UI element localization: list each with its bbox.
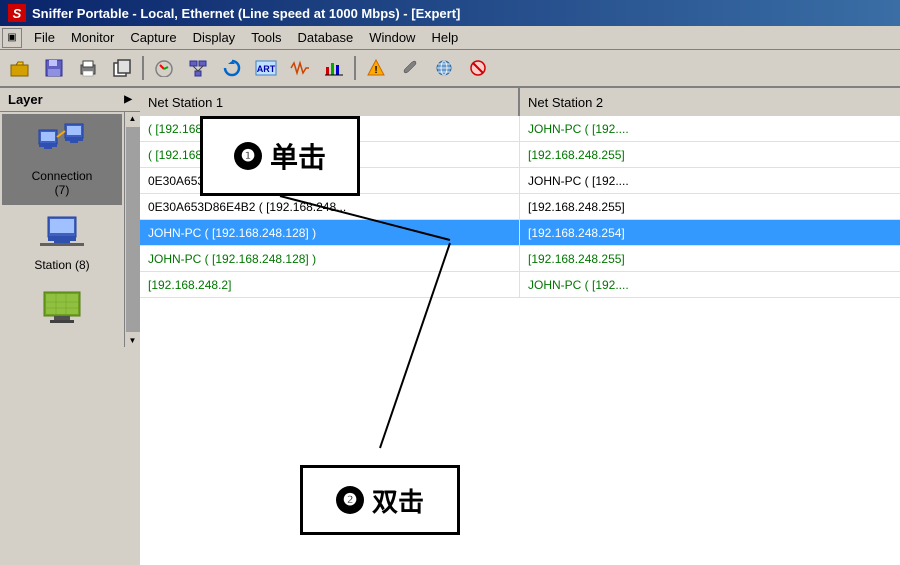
menu-help[interactable]: Help (423, 28, 466, 47)
menu-capture[interactable]: Capture (122, 28, 184, 47)
callout-2-number: ❷ (336, 486, 364, 514)
callout-1-text: 单击 (270, 136, 326, 176)
table-row[interactable]: 0E30A653D86E4B2 ( [192.168.248... [192.1… (140, 194, 900, 220)
toolbar-refresh[interactable] (216, 53, 248, 83)
toolbar-ban[interactable] (462, 53, 494, 83)
svg-text:!: ! (374, 65, 377, 76)
connection-icon (37, 122, 87, 165)
scroll-up[interactable]: ▲ (127, 112, 139, 125)
sidebar-items: Connection(7) Station (8) (0, 112, 124, 347)
svg-text:ART: ART (257, 64, 276, 74)
toolbar-stats[interactable] (318, 53, 350, 83)
cell-station2: JOHN-PC ( [192.... (520, 272, 900, 297)
toolbar-print[interactable] (72, 53, 104, 83)
sidebar-header: Layer ▶ (0, 88, 140, 112)
connection-label: Connection(7) (32, 169, 93, 197)
sidebar-item-station[interactable]: Station (8) (2, 207, 122, 280)
table-row[interactable]: JOHN-PC ( [192.168.248.128] ) [192.168.2… (140, 246, 900, 272)
menu-monitor[interactable]: Monitor (63, 28, 122, 47)
toolbar-wave[interactable] (284, 53, 316, 83)
toolbar-sep-1 (142, 56, 144, 80)
toolbar-sep-2 (354, 56, 356, 80)
cell-station2: [192.168.248.255] (520, 142, 900, 167)
toolbar: ART ! (0, 50, 900, 88)
table-row[interactable]: [192.168.248.2] JOHN-PC ( [192.... (140, 272, 900, 298)
toolbar-art[interactable]: ART (250, 53, 282, 83)
sidebar-expand-arrow[interactable]: ▶ (124, 94, 132, 105)
menu-database[interactable]: Database (290, 28, 362, 47)
table-row-selected[interactable]: JOHN-PC ( [192.168.248.128] ) [192.168.2… (140, 220, 900, 246)
cell-station2: [192.168.248.255] (520, 194, 900, 219)
callout-click: ❶ 单击 (200, 116, 360, 196)
network-icon (40, 290, 84, 333)
cell-station2: JOHN-PC ( [192.... (520, 168, 900, 193)
cell-station2: [192.168.248.255] (520, 246, 900, 271)
sidebar-scrollbar[interactable]: ▲ ▼ (124, 112, 140, 347)
menu-bar: ▣ File Monitor Capture Display Tools Dat… (0, 26, 900, 50)
cell-station2: [192.168.248.254] (520, 220, 900, 245)
scroll-down[interactable]: ▼ (127, 334, 139, 347)
callout-2-text: 双击 (372, 482, 424, 519)
table-header: Net Station 1 Net Station 2 (140, 88, 900, 116)
toolbar-open[interactable] (4, 53, 36, 83)
toolbar-save[interactable] (38, 53, 70, 83)
cell-station1: JOHN-PC ( [192.168.248.128] ) (140, 220, 520, 245)
cell-station1: JOHN-PC ( [192.168.248.128] ) (140, 246, 520, 271)
sidebar-content: Connection(7) Station (8) (0, 112, 140, 347)
right-panel: Net Station 1 Net Station 2 ( [192.168.2… (140, 88, 900, 565)
main-content: Layer ▶ (0, 88, 900, 565)
sidebar-item-connection[interactable]: Connection(7) (2, 114, 122, 205)
scroll-thumb (126, 127, 140, 332)
toolbar-network[interactable] (182, 53, 214, 83)
callout-1-number: ❶ (234, 142, 262, 170)
app-icon: S (8, 4, 26, 22)
menu-window[interactable]: Window (361, 28, 423, 47)
toolbar-globe[interactable] (428, 53, 460, 83)
sidebar-header-label: Layer (8, 92, 43, 107)
menu-icon: ▣ (2, 28, 22, 48)
toolbar-copy[interactable] (106, 53, 138, 83)
callout-doubleclick: ❷ 双击 (300, 465, 460, 535)
cell-station1: 0E30A653D86E4B2 ( [192.168.248... (140, 194, 520, 219)
toolbar-alert[interactable]: ! (360, 53, 392, 83)
cell-station2: JOHN-PC ( [192.... (520, 116, 900, 141)
toolbar-wrench[interactable] (394, 53, 426, 83)
menu-file[interactable]: File (26, 28, 63, 47)
cell-station1: [192.168.248.2] (140, 272, 520, 297)
title-bar: S Sniffer Portable - Local, Ethernet (Li… (0, 0, 900, 26)
col-header-station1: Net Station 1 (140, 88, 520, 116)
menu-tools[interactable]: Tools (243, 28, 289, 47)
sidebar-item-network[interactable] (2, 282, 122, 345)
station-icon (40, 215, 84, 254)
station-label: Station (8) (34, 258, 89, 272)
col-header-station2: Net Station 2 (520, 88, 900, 116)
sidebar: Layer ▶ (0, 88, 140, 565)
title-text: Sniffer Portable - Local, Ethernet (Line… (32, 6, 460, 21)
toolbar-dashboard[interactable] (148, 53, 180, 83)
menu-display[interactable]: Display (185, 28, 244, 47)
